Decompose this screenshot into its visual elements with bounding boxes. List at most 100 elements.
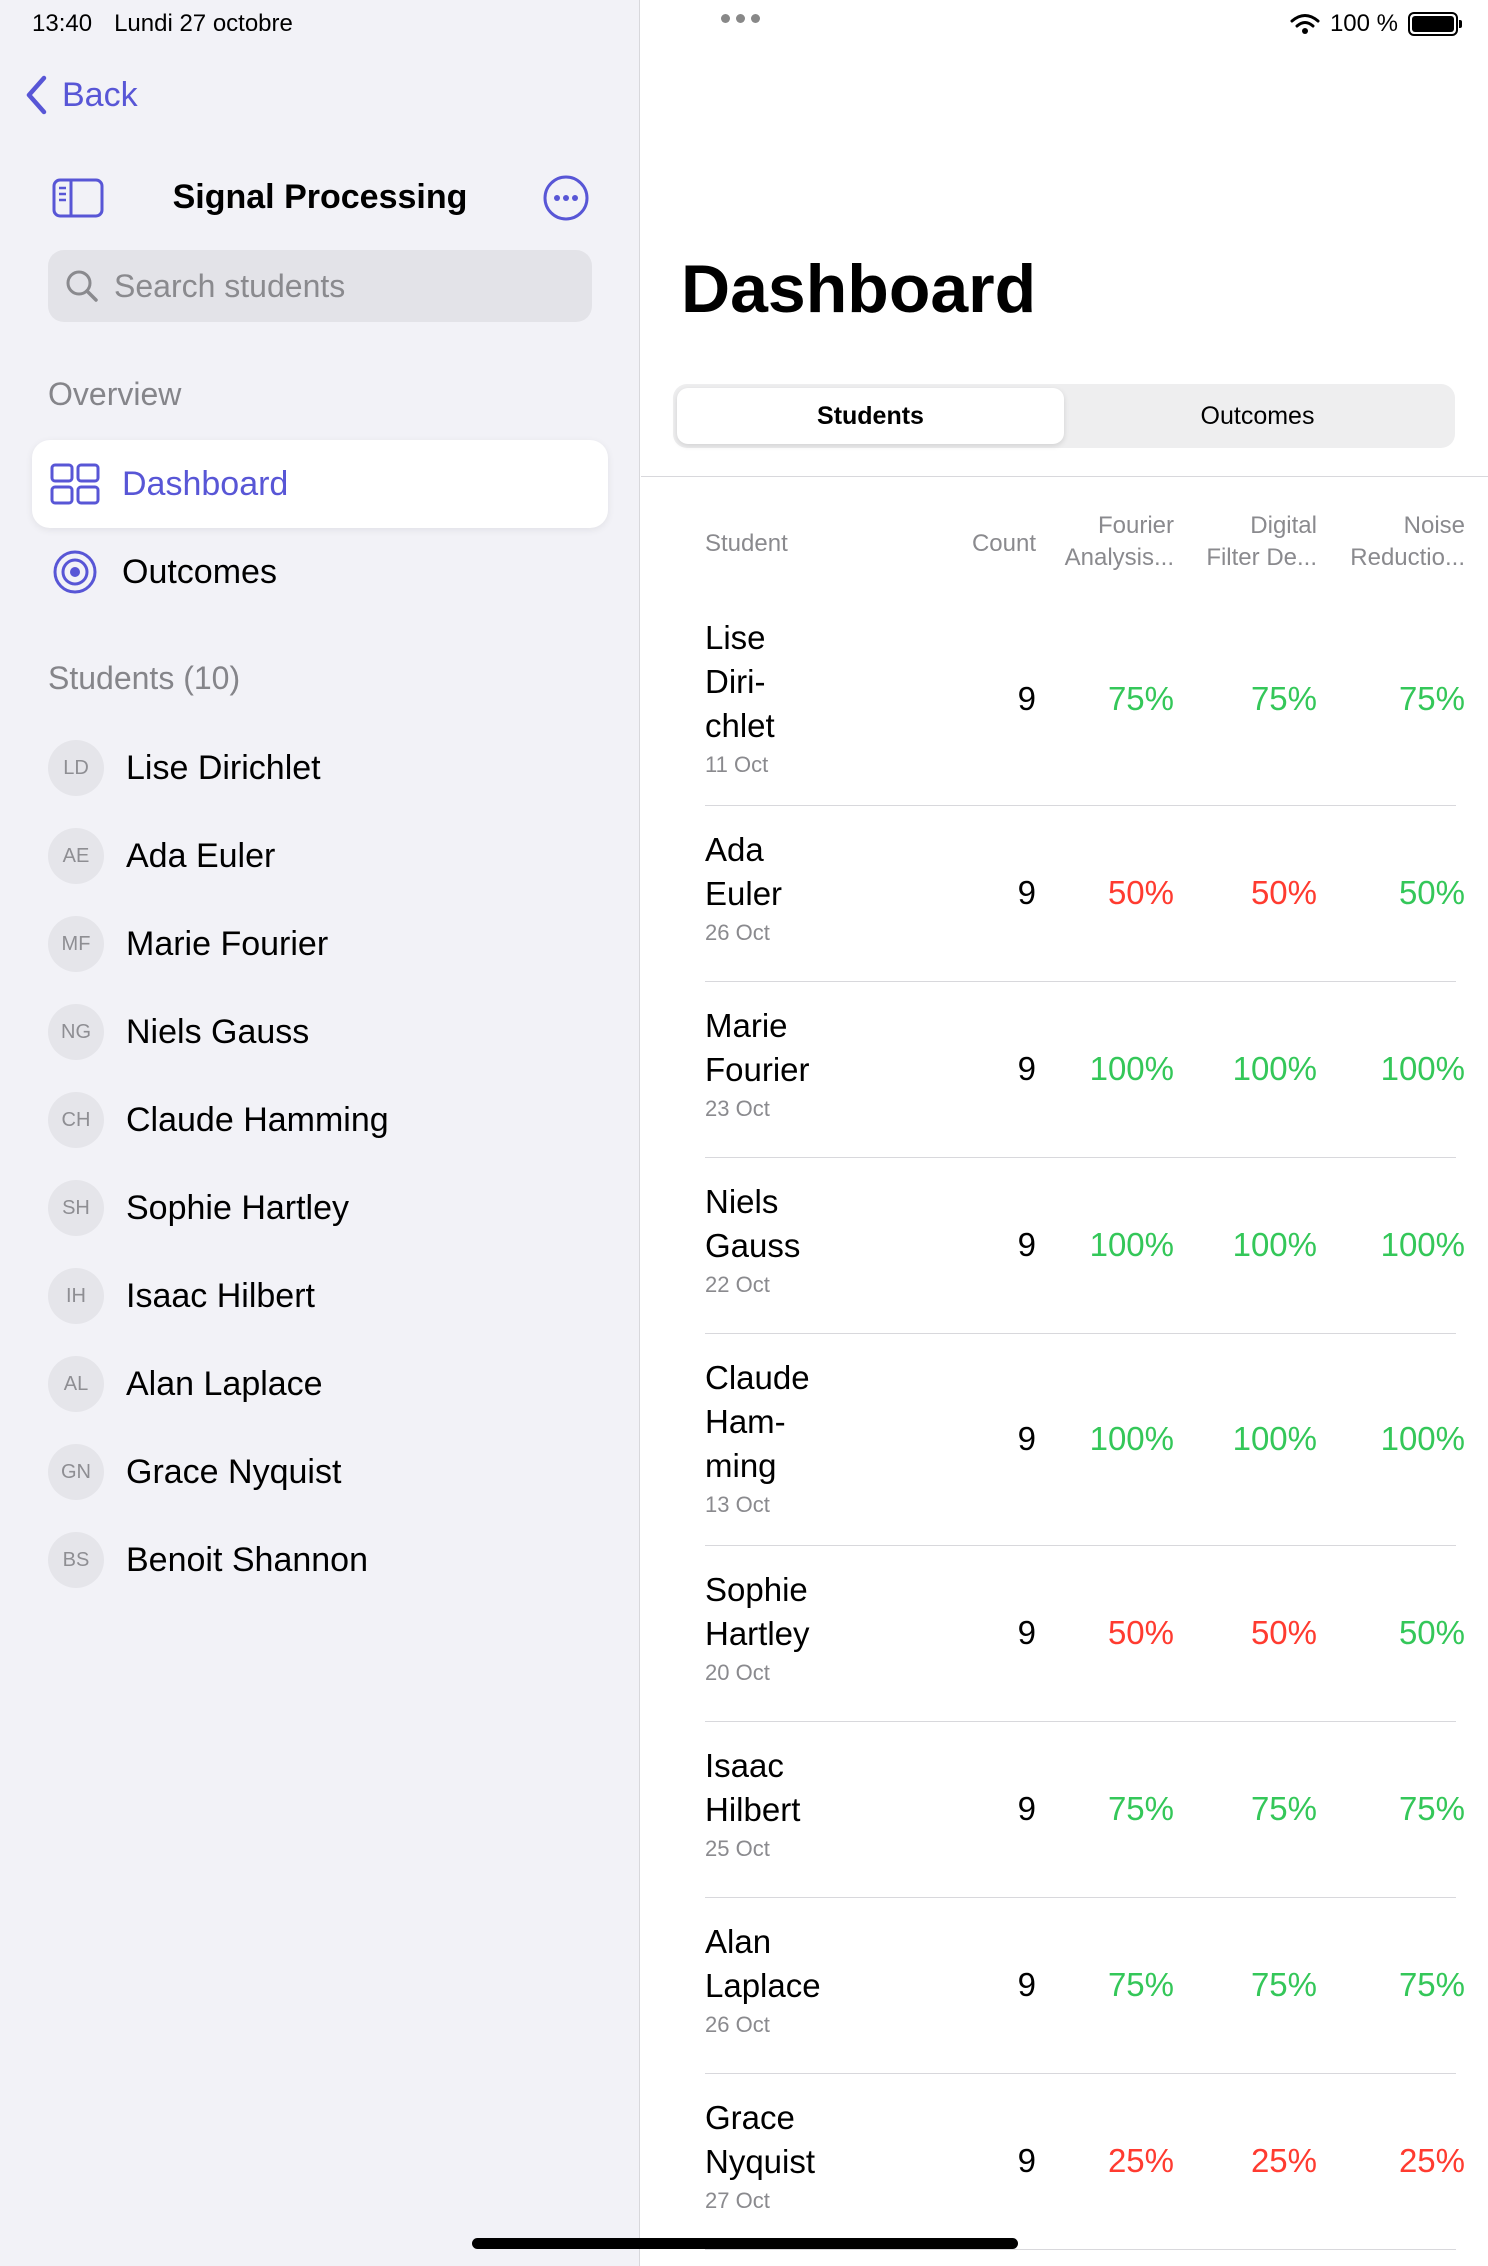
student-name-line: chlet bbox=[705, 707, 775, 744]
fourier-percent: 50% bbox=[1107, 1614, 1174, 1651]
student-cell-name: Claude Ham-ming bbox=[705, 1356, 810, 1488]
segmented-control: Students Outcomes bbox=[673, 384, 1455, 448]
chevron-left-icon bbox=[26, 75, 47, 115]
tab-outcomes[interactable]: Outcomes bbox=[1064, 388, 1451, 444]
digital-filter-percent: 75% bbox=[1250, 1966, 1317, 2003]
digital-filter-percent: 50% bbox=[1250, 1614, 1317, 1651]
column-header-student[interactable]: Student bbox=[705, 528, 788, 560]
search-field[interactable] bbox=[48, 250, 592, 322]
table-row[interactable]: Sophie Hartley 20 Oct 9 50% 50% 50% bbox=[705, 1546, 1465, 1722]
table-row[interactable]: Marie Fourier 23 Oct 9 100% 100% 100% bbox=[705, 982, 1465, 1158]
student-name-line: ming bbox=[705, 1447, 777, 1484]
table-row[interactable]: Grace Nyquist 27 Oct 9 25% 25% 25% bbox=[705, 2074, 1465, 2250]
avatar: BS bbox=[48, 1532, 104, 1588]
count-cell: 9 bbox=[1017, 874, 1036, 911]
nav-item-dashboard[interactable]: Dashboard bbox=[32, 440, 608, 528]
student-name: Sophie Hartley bbox=[126, 1188, 350, 1227]
column-header-digital-filter[interactable]: Digital Filter De... bbox=[1174, 510, 1317, 574]
main-content: 100 % Dashboard Students Outcomes Studen… bbox=[641, 0, 1488, 2266]
grid-icon bbox=[50, 459, 100, 509]
divider bbox=[641, 476, 1488, 477]
count-cell: 9 bbox=[1017, 1420, 1036, 1457]
sidebar-student-item[interactable]: MF Marie Fourier bbox=[48, 914, 608, 974]
nav-label-dashboard: Dashboard bbox=[122, 464, 289, 503]
battery-percent: 100 % bbox=[1329, 10, 1398, 37]
sidebar-student-item[interactable]: BS Benoit Shannon bbox=[48, 1530, 608, 1590]
sidebar-toolbar: Signal Processing bbox=[0, 168, 640, 228]
count-cell: 9 bbox=[1017, 680, 1036, 717]
wifi-icon bbox=[1290, 14, 1320, 34]
student-last-date: 23 Oct bbox=[705, 1096, 770, 1121]
student-name-line: Ham- bbox=[705, 1403, 786, 1440]
student-cell-name: Sophie Hartley bbox=[705, 1568, 810, 1656]
table-row[interactable]: Niels Gauss 22 Oct 9 100% 100% 100% bbox=[705, 1158, 1465, 1334]
search-input[interactable] bbox=[114, 267, 584, 305]
sidebar-student-item[interactable]: NG Niels Gauss bbox=[48, 1002, 608, 1062]
sidebar-student-item[interactable]: LD Lise Dirichlet bbox=[48, 738, 608, 798]
student-name-line: Claude bbox=[705, 1359, 810, 1396]
column-header-count[interactable]: Count bbox=[891, 528, 1036, 560]
digital-filter-percent: 75% bbox=[1250, 680, 1317, 717]
count-cell: 9 bbox=[1017, 1226, 1036, 1263]
noise-reduction-percent: 75% bbox=[1398, 680, 1465, 717]
multitasking-dots-icon[interactable] bbox=[721, 14, 760, 23]
sidebar: 13:40 Lundi 27 octobre Back Signal Proce… bbox=[0, 0, 640, 2266]
student-cell-name: Isaac Hilbert bbox=[705, 1744, 800, 1832]
target-icon bbox=[50, 547, 100, 597]
digital-filter-percent: 100% bbox=[1232, 1420, 1317, 1457]
column-header-noise-reduction[interactable]: Noise Reductio... bbox=[1317, 510, 1465, 574]
avatar: GN bbox=[48, 1444, 104, 1500]
table-row[interactable]: Ada Euler 26 Oct 9 50% 50% 50% bbox=[705, 806, 1465, 982]
avatar: NG bbox=[48, 1004, 104, 1060]
student-name-line: Grace bbox=[705, 2099, 795, 2136]
fourier-percent: 25% bbox=[1107, 2142, 1174, 2179]
search-icon bbox=[66, 270, 98, 302]
student-name-line: Sophie bbox=[705, 1571, 808, 1608]
nav-label-outcomes: Outcomes bbox=[122, 552, 277, 591]
status-time: 13:40 bbox=[32, 10, 93, 37]
student-name-line: Gauss bbox=[705, 1227, 801, 1264]
student-last-date: 26 Oct bbox=[705, 2012, 770, 2037]
fourier-percent: 100% bbox=[1089, 1226, 1174, 1263]
sidebar-student-item[interactable]: SH Sophie Hartley bbox=[48, 1178, 608, 1238]
sidebar-student-item[interactable]: IH Isaac Hilbert bbox=[48, 1266, 608, 1326]
sidebar-student-item[interactable]: AE Ada Euler bbox=[48, 826, 608, 886]
student-name-line: Lise bbox=[705, 619, 766, 656]
sidebar-student-item[interactable]: CH Claude Hamming bbox=[48, 1090, 608, 1150]
avatar: CH bbox=[48, 1092, 104, 1148]
student-name: Grace Nyquist bbox=[126, 1452, 342, 1491]
table-row[interactable]: Claude Ham-ming 13 Oct 9 100% 100% 100% bbox=[705, 1334, 1465, 1546]
fourier-percent: 100% bbox=[1089, 1420, 1174, 1457]
noise-reduction-percent: 75% bbox=[1398, 1790, 1465, 1827]
avatar: AE bbox=[48, 828, 104, 884]
battery-icon bbox=[1408, 12, 1462, 36]
column-header-fourier[interactable]: Fourier Analysis... bbox=[1036, 510, 1174, 574]
sidebar-student-item[interactable]: AL Alan Laplace bbox=[48, 1354, 608, 1414]
noise-reduction-percent: 100% bbox=[1380, 1050, 1465, 1087]
more-options-icon[interactable] bbox=[542, 174, 590, 222]
home-indicator[interactable] bbox=[472, 2238, 1018, 2249]
student-name: Marie Fourier bbox=[126, 924, 329, 963]
table-row[interactable]: Alan Laplace 26 Oct 9 75% 75% 75% bbox=[705, 1898, 1465, 2074]
fourier-percent: 75% bbox=[1107, 680, 1174, 717]
digital-filter-percent: 100% bbox=[1232, 1050, 1317, 1087]
sidebar-student-item[interactable]: GN Grace Nyquist bbox=[48, 1442, 608, 1502]
student-name-line: Hilbert bbox=[705, 1791, 801, 1828]
count-cell: 9 bbox=[1017, 2142, 1036, 2179]
student-name-line: Euler bbox=[705, 875, 783, 912]
column-header-digital-filter-line1: Digital bbox=[1250, 512, 1317, 539]
status-date: Lundi 27 octobre bbox=[114, 10, 293, 37]
digital-filter-percent: 50% bbox=[1250, 874, 1317, 911]
fourier-percent: 75% bbox=[1107, 1790, 1174, 1827]
avatar: IH bbox=[48, 1268, 104, 1324]
avatar: AL bbox=[48, 1356, 104, 1412]
student-last-date: 13 Oct bbox=[705, 1492, 770, 1517]
student-last-date: 27 Oct bbox=[705, 2188, 770, 2213]
back-button[interactable]: Back bbox=[24, 74, 138, 116]
tab-students[interactable]: Students bbox=[677, 388, 1064, 444]
table-row[interactable]: Isaac Hilbert 25 Oct 9 75% 75% 75% bbox=[705, 1722, 1465, 1898]
student-name-line: Marie bbox=[705, 1007, 788, 1044]
overview-header: Overview bbox=[48, 376, 182, 412]
nav-item-outcomes[interactable]: Outcomes bbox=[32, 528, 608, 616]
table-row[interactable]: Lise Diri-chlet 11 Oct 9 75% 75% 75% bbox=[705, 594, 1465, 806]
